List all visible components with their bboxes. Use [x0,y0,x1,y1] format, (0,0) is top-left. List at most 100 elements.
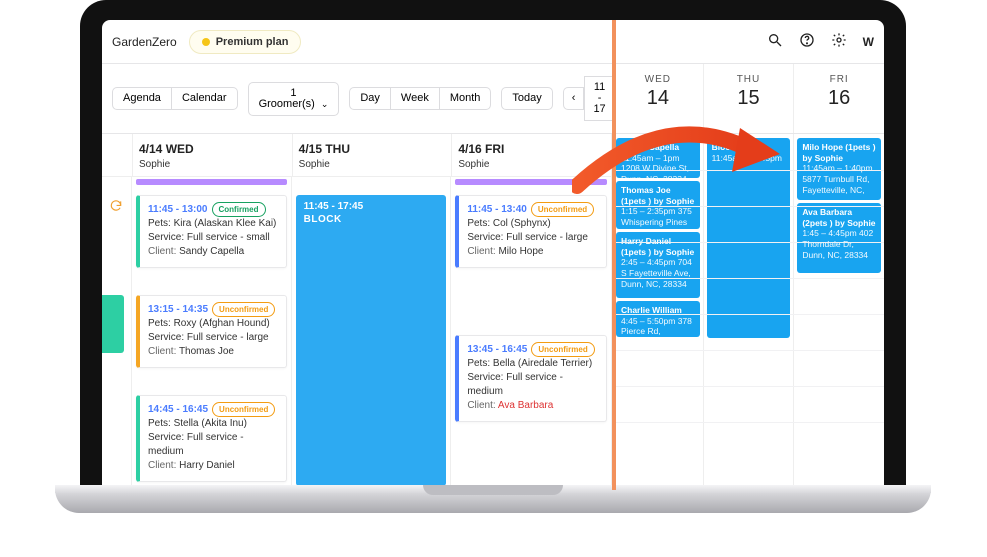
card-pets: Pets: Col (Sphynx) [467,217,598,231]
appt-card[interactable]: 11:45 - 13:00Confirmed Pets: Kira (Alask… [136,195,287,268]
range-month-button[interactable]: Month [440,87,492,110]
event[interactable]: Charlie William 4:45 – 5:50pm 378 Pierce… [616,301,700,337]
dayhead-thu[interactable]: THU 15 [703,64,794,133]
plan-badge[interactable]: Premium plan [189,30,302,54]
left-body: 11:45 - 13:00Confirmed Pets: Kira (Alask… [102,177,611,490]
rcol-wed: Sandy Capella 11:45am – 1pm 1208 W Divin… [612,134,703,490]
card-client: Thomas Joe [179,346,234,357]
dow-label: WED [613,74,703,85]
daynum-label: 14 [613,87,703,110]
groomer-label: 1 Groomer(s) [259,87,315,110]
status-badge: Unconfirmed [531,202,594,217]
view-calendar-button[interactable]: Calendar [172,87,238,110]
dayhead-wed[interactable]: WED 14 [612,64,703,133]
day-col-thu: 11:45 - 17:45 BLOCK [292,177,452,490]
card-client: Harry Daniel [179,460,235,471]
col-header: 4/14 WED Sophie [132,134,292,176]
appt-card[interactable]: 14:45 - 16:45Unconfirmed Pets: Stella (A… [136,395,287,482]
card-service: Service: Full service - large [148,331,278,345]
search-icon[interactable] [767,32,783,51]
date-range-label[interactable]: 11 - 17 [584,76,614,121]
status-badge: Unconfirmed [212,302,275,317]
dow-label: FRI [794,74,884,85]
dow-label: THU [704,74,794,85]
day-col-wed: 11:45 - 13:00Confirmed Pets: Kira (Alask… [132,177,292,490]
main-split: 4/14 WED Sophie 4/15 THU Sophie 4/16 FRI… [102,134,884,490]
right-panel: Sandy Capella 11:45am – 1pm 1208 W Divin… [612,134,884,490]
block-event[interactable]: 11:45 - 17:45 BLOCK [296,195,447,486]
view-agenda-button[interactable]: Agenda [112,87,172,110]
event[interactable]: Thomas Joe (1pets ) by Sophie 1:15 – 2:3… [616,181,700,229]
all-day-bar[interactable] [136,179,287,185]
today-button[interactable]: Today [501,87,552,110]
range-day-button[interactable]: Day [349,87,391,110]
avatar[interactable]: W [863,35,874,49]
plan-dot-icon [202,38,210,46]
card-client-lbl: Client: [467,246,498,257]
card-pets: Pets: Roxy (Afghan Hound) [148,317,278,331]
groomer-select[interactable]: 1 Groomer(s) ⌄ [248,82,340,116]
event-title: Block [712,142,786,153]
card-time: 14:45 - 16:45 [148,404,208,415]
help-icon[interactable] [799,32,815,51]
event[interactable]: Sandy Capella 11:45am – 1pm 1208 W Divin… [616,138,700,178]
card-time: 11:45 - 13:40 [467,204,527,215]
card-pets: Pets: Bella (Airedale Terrier) [467,357,598,371]
all-day-bar[interactable] [455,179,607,185]
rcol-fri: Milo Hope (1pets ) by Sophie 11:45am – 1… [793,134,884,490]
event-sub: 11:45am – 1pm 1208 W Divine St, Dunn, NC… [621,153,695,178]
event-block[interactable]: Block 11:45am – 5:45pm [707,138,791,338]
time-gutter [102,177,132,490]
status-badge: Unconfirmed [531,342,594,357]
card-client-lbl: Client: [148,460,179,471]
refresh-icon[interactable] [109,199,123,216]
col-date: 4/14 WED [139,142,286,156]
card-time: 13:45 - 16:45 [467,344,527,355]
col-groomer: Sophie [139,159,286,170]
range-week-button[interactable]: Week [391,87,440,110]
card-pets: Pets: Kira (Alaskan Klee Kai) [148,217,278,231]
chevron-down-icon: ⌄ [321,99,329,109]
brand-name: GardenZero [112,35,177,49]
col-groomer: Sophie [458,159,605,170]
col-date: 4/15 THU [299,142,446,156]
right-grid: Sandy Capella 11:45am – 1pm 1208 W Divin… [612,134,884,490]
status-badge: Unconfirmed [212,402,275,417]
appt-card[interactable]: 11:45 - 13:40 Unconfirmed Pets: Col (Sphy… [455,195,607,268]
status-badge: Confirmed [212,202,266,217]
col-header: 4/16 FRI Sophie [451,134,611,176]
appt-card[interactable]: 13:45 - 16:45 Unconfirmed Pets: Bella (Ai… [455,335,607,422]
card-client-lbl: Client: [467,400,498,411]
day-col-fri: 11:45 - 13:40 Unconfirmed Pets: Col (Sphy… [451,177,611,490]
card-service: Service: Full service - medium [148,431,278,459]
col-groomer: Sophie [299,159,446,170]
top-bar: GardenZero Premium plan W [102,20,884,64]
col-date: 4/16 FRI [458,142,605,156]
card-client: Milo Hope [498,246,543,257]
card-client-lbl: Client: [148,246,179,257]
availability-block[interactable] [102,295,124,353]
left-panel: 4/14 WED Sophie 4/15 THU Sophie 4/16 FRI… [102,134,612,490]
event-sub: 2:45 – 4:45pm 704 S Fayetteville Ave, Du… [621,257,695,289]
event-title: Sandy Capella [621,142,695,153]
daynum-label: 16 [794,87,884,110]
card-client-lbl: Client: [148,346,179,357]
event[interactable]: Milo Hope (1pets ) by Sophie 11:45am – 1… [797,138,881,200]
event-sub: 11:45am – 5:45pm [712,153,786,164]
gear-icon[interactable] [831,32,847,51]
block-time: 11:45 - 17:45 [304,201,439,212]
event-title: Harry Daniel (1pets ) by Sophie [621,236,695,257]
event-sub: 1:15 – 2:35pm 375 Whispering Pines Dr, S… [621,206,695,229]
daynum-label: 15 [704,87,794,110]
event-sub: 11:45am – 1:40pm 5877 Turnbull Rd, Fayet… [802,163,876,195]
card-service: Service: Full service - small [148,231,278,245]
dayhead-fri[interactable]: FRI 16 [793,64,884,133]
plan-label: Premium plan [216,36,289,48]
event[interactable]: Ava Barbara (2pets ) by Sophie 1:45 – 4:… [797,203,881,273]
appt-card[interactable]: 13:15 - 14:35Unconfirmed Pets: Roxy (Afg… [136,295,287,368]
col-header: 4/15 THU Sophie [292,134,452,176]
card-service: Service: Full service - large [467,231,598,245]
left-day-headers: 4/14 WED Sophie 4/15 THU Sophie 4/16 FRI… [102,134,611,177]
prev-button[interactable]: ‹ [563,87,585,110]
card-client: Sandy Capella [179,246,244,257]
